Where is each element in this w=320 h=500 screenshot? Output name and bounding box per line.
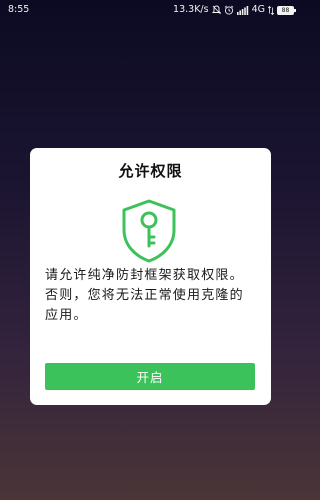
status-bar: 8:55 13.3K/s 4G 88: [0, 0, 300, 20]
net-speed: 13.3K/s: [173, 4, 209, 15]
open-button[interactable]: 开启: [45, 363, 255, 390]
dialog-title: 允许权限: [118, 162, 183, 180]
status-icons: 13.3K/s 4G 88: [173, 0, 296, 20]
network-activity-icon: [268, 5, 274, 15]
network-type: 4G: [251, 4, 265, 15]
status-time: 8:55: [8, 4, 30, 15]
dialog-message: 请允许纯净防封框架获取权限。 否则，您将无法正常使用克隆的应用。: [45, 266, 257, 326]
mute-icon: [211, 5, 221, 15]
message-line-1: 请允许纯净防封框架获取权限。: [45, 268, 244, 283]
permission-dialog: 允许权限 请允许纯净防封框架获取权限。 否则，您将无法正常使用克隆的应用。 开启: [30, 148, 271, 405]
key-shield-icon: [119, 198, 179, 264]
signal-icon: [236, 5, 249, 15]
battery-icon: 88: [277, 5, 296, 15]
alarm-icon: [224, 5, 234, 15]
message-line-2: 否则，您将无法正常使用克隆的应用。: [45, 288, 244, 323]
